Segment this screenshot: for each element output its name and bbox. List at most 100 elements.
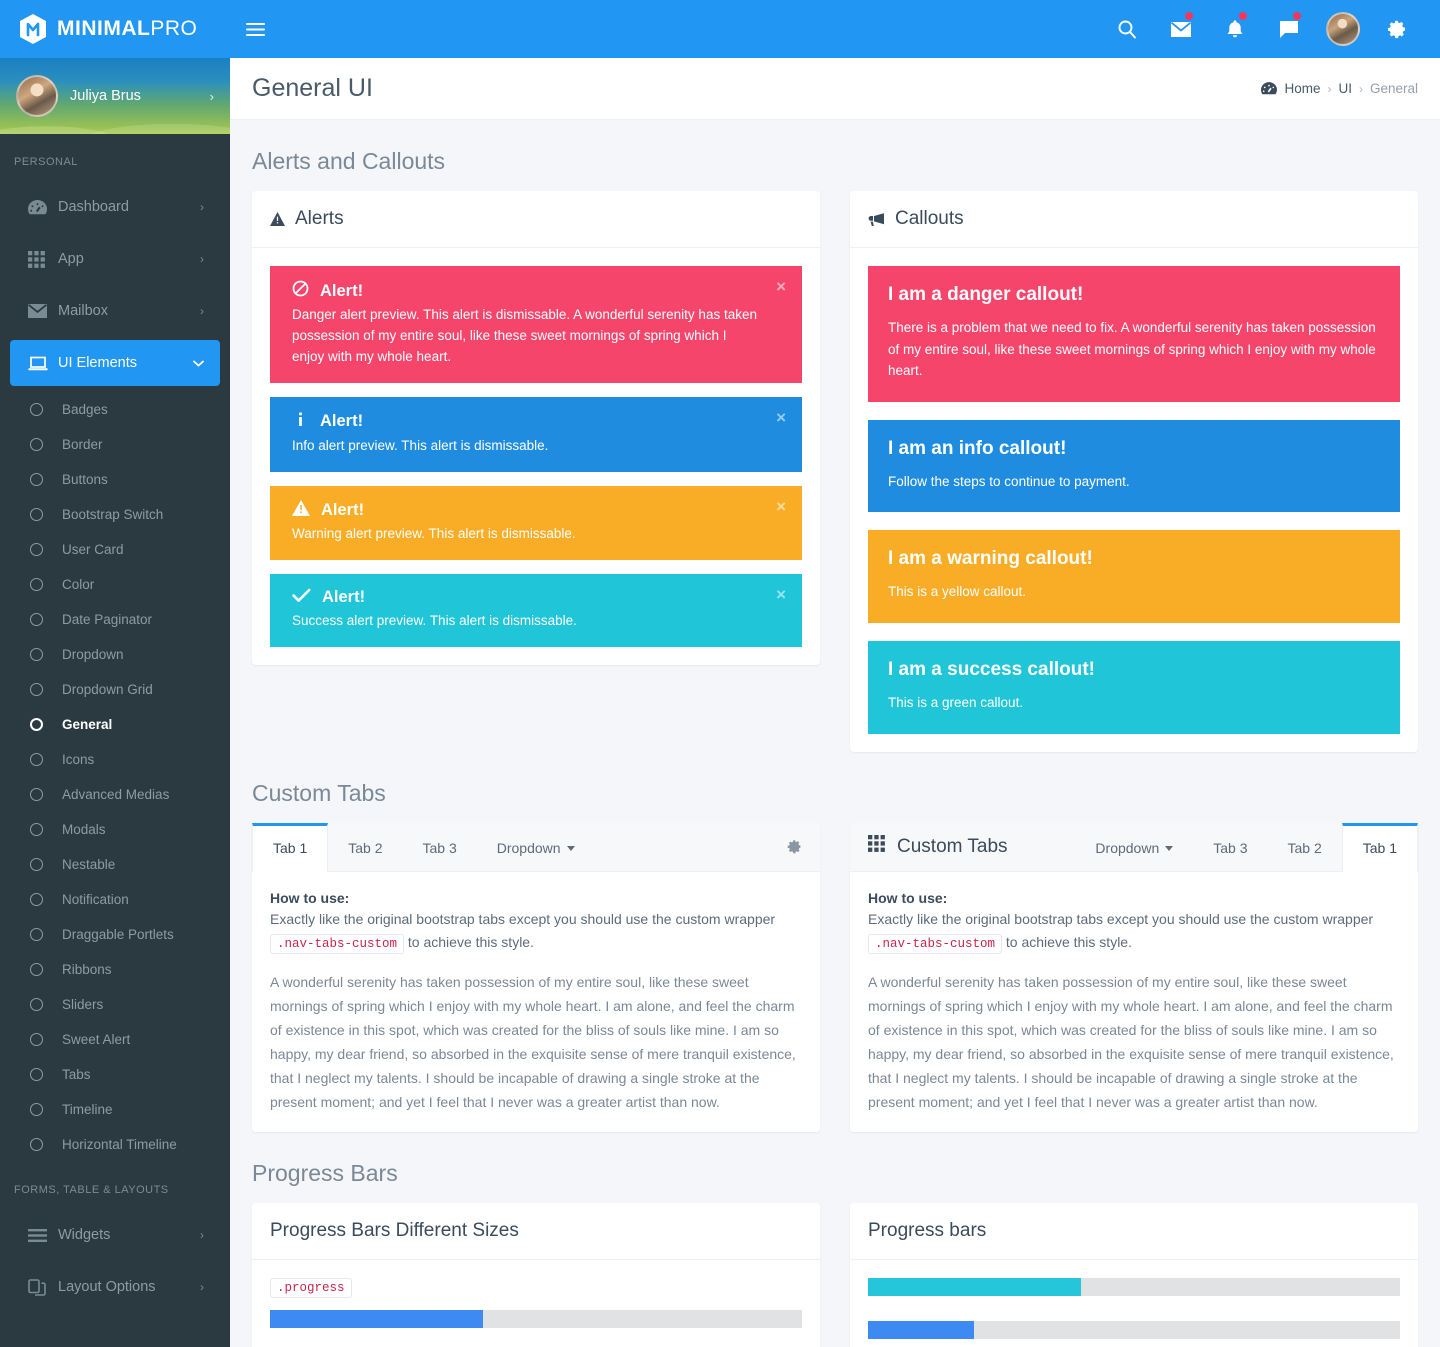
- tab-3[interactable]: Tab 3: [1193, 823, 1267, 871]
- sidebar-item-label: Layout Options: [58, 1279, 156, 1295]
- sidebar-item-dashboard[interactable]: Dashboard ›: [10, 184, 220, 230]
- bullet-circle-icon: [30, 788, 43, 801]
- alert-title: Alert!: [322, 588, 366, 607]
- tab-dropdown[interactable]: Dropdown: [477, 823, 595, 871]
- gear-icon[interactable]: [769, 823, 820, 871]
- mail-icon[interactable]: [1156, 0, 1206, 58]
- tabs-left-card: Tab 1 Tab 2 Tab 3 Dropdown How to use: E…: [252, 822, 820, 1133]
- sidebar-item-layout-options[interactable]: Layout Options ›: [10, 1264, 220, 1310]
- sidebar-profile[interactable]: Juliya Brus ›: [0, 58, 230, 134]
- sidebar-subitem-dropdown-grid[interactable]: Dropdown Grid: [0, 672, 230, 707]
- sidebar-item-app[interactable]: App ›: [10, 236, 220, 282]
- bullet-circle-icon: [30, 718, 43, 731]
- bullet-circle-icon: [30, 613, 43, 626]
- sidebar-subitem-color[interactable]: Color: [0, 567, 230, 602]
- sidebar-subitem-label: Sliders: [62, 997, 104, 1012]
- howto-code: .nav-tabs-custom: [868, 934, 1003, 955]
- sidebar-subitem-nestable[interactable]: Nestable: [0, 847, 230, 882]
- search-icon[interactable]: [1102, 0, 1152, 58]
- sidebar-subitem-tabs[interactable]: Tabs: [0, 1057, 230, 1092]
- chevron-right-icon: ›: [209, 88, 214, 104]
- sidebar-subitem-notification[interactable]: Notification: [0, 882, 230, 917]
- sidebar-subitem-border[interactable]: Border: [0, 427, 230, 462]
- tab-3[interactable]: Tab 3: [403, 823, 477, 871]
- sidebar-subitem-dropdown[interactable]: Dropdown: [0, 637, 230, 672]
- chat-icon[interactable]: [1264, 0, 1314, 58]
- bullet-circle-icon: [30, 403, 43, 416]
- close-icon[interactable]: ×: [776, 586, 786, 603]
- ban-icon: [292, 280, 309, 302]
- sidebar-subitem-date-paginator[interactable]: Date Paginator: [0, 602, 230, 637]
- sidebar-subitem-horizontal-timeline[interactable]: Horizontal Timeline: [0, 1127, 230, 1162]
- sidebar-subitem-icons[interactable]: Icons: [0, 742, 230, 777]
- breadcrumb-separator: ›: [1327, 81, 1332, 96]
- sidebar-subitem-label: Dropdown Grid: [62, 682, 153, 697]
- callout-text: There is a problem that we need to fix. …: [888, 320, 1376, 379]
- progress-left-card: Progress Bars Different Sizes .progress …: [252, 1203, 820, 1347]
- bullet-circle-icon: [30, 578, 43, 591]
- progress-right-header: Progress bars: [850, 1203, 1418, 1261]
- sidebar-subitem-sliders[interactable]: Sliders: [0, 987, 230, 1022]
- sidebar-subitem-buttons[interactable]: Buttons: [0, 462, 230, 497]
- sidebar-subitem-draggable-portlets[interactable]: Draggable Portlets: [0, 917, 230, 952]
- tab-dropdown[interactable]: Dropdown: [1075, 823, 1193, 871]
- bullet-circle-icon: [30, 683, 43, 696]
- sidebar-item-mailbox[interactable]: Mailbox ›: [10, 288, 220, 334]
- bullet-circle-icon: [30, 893, 43, 906]
- brand-logo-area[interactable]: MINIMALPRO: [0, 0, 230, 58]
- sidebar-subitem-sweet-alert[interactable]: Sweet Alert: [0, 1022, 230, 1057]
- close-icon[interactable]: ×: [776, 278, 786, 295]
- page-header: General UI Home › UI › General: [230, 58, 1440, 120]
- alerts-card-header: Alerts: [252, 191, 820, 248]
- tab-2[interactable]: Tab 2: [328, 823, 402, 871]
- tab-1[interactable]: Tab 1: [1341, 822, 1418, 872]
- page-title: General UI: [252, 74, 373, 102]
- progress-left-column: Progress Bars Different Sizes .progress …: [252, 1203, 820, 1347]
- sidebar-subitem-general[interactable]: General: [0, 707, 230, 742]
- howto-label: How to use:: [868, 889, 948, 906]
- progress-left-header: Progress Bars Different Sizes: [252, 1203, 820, 1261]
- sidebar-subitem-label: Sweet Alert: [62, 1032, 131, 1047]
- progress-class-code: .progress: [270, 1278, 352, 1299]
- sidebar-item-ui-elements[interactable]: UI Elements: [10, 340, 220, 386]
- tab-1[interactable]: Tab 1: [252, 822, 329, 872]
- sidebar-toggle-button[interactable]: [230, 0, 280, 58]
- tab-2[interactable]: Tab 2: [1268, 823, 1342, 871]
- sidebar-subitem-label: Notification: [62, 892, 129, 907]
- sidebar-item-widgets[interactable]: Widgets ›: [10, 1212, 220, 1258]
- caret-down-icon: [566, 845, 575, 851]
- close-icon[interactable]: ×: [776, 409, 786, 426]
- progress-left-title: Progress Bars Different Sizes: [270, 1220, 519, 1242]
- alert-title: Alert!: [320, 412, 364, 431]
- sidebar-subitem-label: Bootstrap Switch: [62, 507, 164, 522]
- section-title-progress-bars: Progress Bars: [252, 1160, 398, 1187]
- section-title-custom-tabs: Custom Tabs: [252, 779, 386, 806]
- howto-prefix: Exactly like the original bootstrap tabs…: [868, 910, 1374, 927]
- sidebar-subitem-bootstrap-switch[interactable]: Bootstrap Switch: [0, 497, 230, 532]
- sidebar-subitem-badges[interactable]: Badges: [0, 392, 230, 427]
- callouts-column: Callouts I am a danger callout! There is…: [850, 191, 1418, 752]
- sidebar-subitem-timeline[interactable]: Timeline: [0, 1092, 230, 1127]
- progress-track: [270, 1310, 802, 1329]
- sidebar-subitem-advanced-medias[interactable]: Advanced Medias: [0, 777, 230, 812]
- howto-label: How to use:: [270, 889, 350, 906]
- breadcrumb-home[interactable]: Home: [1284, 81, 1320, 96]
- sidebar-subitem-ribbons[interactable]: Ribbons: [0, 952, 230, 987]
- sidebar-subitem-modals[interactable]: Modals: [0, 812, 230, 847]
- progress-bar-fill: [868, 1321, 975, 1340]
- sidebar-subitem-user-card[interactable]: User Card: [0, 532, 230, 567]
- alerts-card: Alerts Alert! Danger alert preview. This…: [252, 191, 820, 665]
- alerts-card-title: Alerts: [295, 208, 344, 229]
- bell-icon[interactable]: [1210, 0, 1260, 58]
- breadcrumb: Home › UI › General: [1261, 81, 1418, 96]
- grid-icon: [28, 250, 58, 268]
- breadcrumb-ui[interactable]: UI: [1338, 81, 1352, 96]
- settings-icon[interactable]: [1372, 0, 1422, 58]
- user-avatar-button[interactable]: [1318, 0, 1368, 58]
- sidebar-subitem-label: Buttons: [62, 472, 108, 487]
- close-icon[interactable]: ×: [776, 498, 786, 515]
- callouts-card-body: I am a danger callout! There is a proble…: [850, 248, 1418, 752]
- sidebar-item-label: Widgets: [58, 1227, 111, 1243]
- bullet-circle-icon: [30, 438, 43, 451]
